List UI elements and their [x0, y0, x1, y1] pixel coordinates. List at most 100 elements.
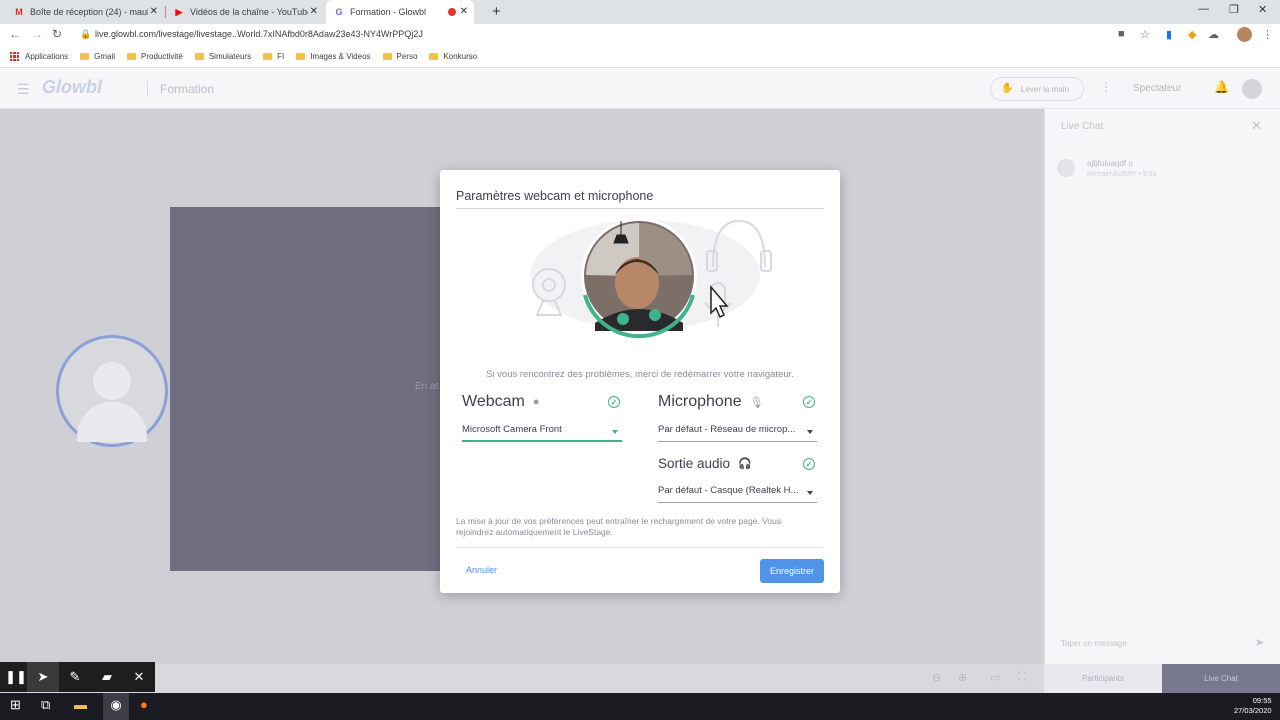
chat-message-meta: Michael AUBRY • 9:53	[1087, 171, 1157, 178]
new-tab-icon[interactable]: +	[492, 3, 501, 20]
user-avatar[interactable]	[1242, 79, 1262, 99]
minimize-icon[interactable]: —	[1198, 3, 1209, 15]
clock-time: 09:55	[1252, 696, 1272, 705]
headphones-icon: 🎧	[738, 458, 752, 470]
browser-tab-youtube[interactable]: ▶ Vidéos de la chaîne - YouTube St ✕	[166, 0, 324, 24]
tab-title: Formation - Glowbl	[350, 7, 427, 17]
raise-hand-label: Lever la main	[1021, 84, 1070, 94]
send-icon[interactable]: ➤	[1255, 636, 1264, 649]
participant-avatar[interactable]	[56, 335, 168, 447]
bookmark-applications[interactable]: Applications	[25, 52, 68, 61]
chrome-taskbar-icon[interactable]: ◉	[103, 693, 129, 720]
bookmark-simulateurs[interactable]: Simulateurs	[194, 52, 252, 61]
chat-title: Live Chat	[1061, 121, 1104, 132]
folder-icon	[382, 53, 392, 60]
restore-icon[interactable]: ❐	[1229, 3, 1239, 16]
chevron-down-icon[interactable]	[807, 491, 813, 495]
address-bar[interactable]: live.glowbl.com/livestage/livestage..Wor…	[95, 29, 423, 39]
close-chat-icon[interactable]: ✕	[1251, 118, 1262, 134]
bookmark-label: Productivité	[141, 52, 183, 61]
forward-icon[interactable]: →	[31, 27, 43, 41]
chat-input[interactable]: Taper un message	[1061, 639, 1127, 648]
audio-output-select[interactable]: Par défaut - Casque (Realtek H...	[658, 485, 817, 503]
bookmark-gmail[interactable]: Gmail	[80, 52, 115, 61]
bookmark-label: FI	[277, 52, 285, 61]
bookmark-label: Gmail	[94, 52, 116, 61]
cloud-extension-icon[interactable]: ☁	[1208, 28, 1219, 41]
close-tool[interactable]: ✕	[123, 662, 155, 692]
glowbl-icon: G	[335, 7, 343, 17]
tab-title: Boîte de réception (24) - maubry	[30, 7, 148, 17]
webcam-illustration	[530, 218, 772, 339]
close-tab-icon[interactable]: ✕	[150, 6, 158, 17]
check-circle-icon: ✓	[608, 396, 620, 408]
audio-output-section-title: Sortie audio 🎧	[658, 456, 752, 471]
chat-avatar	[1057, 159, 1075, 177]
close-tab-icon[interactable]: ✕	[460, 6, 468, 17]
gmail-icon: M	[15, 7, 23, 17]
dialog-title: Paramètres webcam et microphone	[456, 189, 654, 203]
browser-tab-strip: M Boîte de réception (24) - maubry ✕ ▶ V…	[0, 0, 1280, 24]
taskbar-clock[interactable]: 09:55 27/03/2020	[1234, 696, 1272, 716]
browser-tab-glowbl[interactable]: G Formation - Glowbl ✕	[326, 0, 474, 24]
webcam-settings-dialog: Paramètres webcam et microphone Si vous …	[440, 170, 840, 593]
bookmark-label: Perso	[396, 52, 418, 61]
file-explorer-icon[interactable]: ▬	[74, 697, 87, 712]
divider	[147, 81, 148, 97]
glowbl-logo[interactable]: Glowbl	[42, 77, 102, 98]
waiting-text: En at	[415, 381, 439, 392]
save-button[interactable]: Enregistrer	[760, 559, 824, 583]
bookmark-perso[interactable]: Perso	[382, 52, 418, 61]
pen-icon: ✎	[69, 669, 81, 684]
task-view-icon[interactable]: ⧉	[41, 697, 50, 713]
camera-indicator-icon[interactable]: ■	[1118, 28, 1125, 40]
reload-note: La mise à jour de vos préférences peut e…	[456, 516, 782, 537]
extension-icon[interactable]: ◆	[1188, 28, 1196, 41]
highlighter-tool[interactable]: ▰	[91, 662, 123, 692]
bell-icon[interactable]: 🔔	[1214, 80, 1229, 94]
check-circle-icon: ✓	[803, 396, 815, 408]
tab-participants[interactable]: Participants	[1044, 664, 1162, 693]
back-icon[interactable]: ←	[9, 27, 21, 41]
windows-start-icon[interactable]: ⊞	[10, 697, 21, 713]
webcam-select[interactable]: Microsoft Camera Front	[462, 424, 622, 442]
pen-tool[interactable]: ✎	[59, 662, 91, 692]
bookmark-fi[interactable]: FI	[263, 52, 284, 61]
hamburger-menu-icon[interactable]: ☰	[17, 81, 30, 98]
close-window-icon[interactable]: ✕	[1258, 3, 1267, 16]
chevron-down-icon[interactable]	[807, 430, 813, 434]
hand-icon: ✋	[1001, 83, 1014, 94]
bookmark-images-videos[interactable]: Images & Videos	[296, 52, 371, 61]
screen-icon[interactable]: ▭	[990, 671, 1000, 684]
avatar-head	[93, 362, 131, 400]
extension-icon[interactable]: ▮	[1166, 28, 1172, 41]
bookmark-konkurso[interactable]: Konkurso	[429, 52, 477, 61]
reload-icon[interactable]: ↻	[52, 27, 62, 41]
chrome-menu-icon[interactable]: ⋮	[1262, 28, 1273, 41]
microphone-select[interactable]: Par défaut - Réseau de microp...	[658, 424, 817, 442]
bookmark-label: Simulateurs	[208, 52, 252, 61]
bookmark-star-icon[interactable]: ☆	[1140, 28, 1150, 41]
browser-toolbar: ← → ↻ 🔒 live.glowbl.com/livestage/livest…	[0, 24, 1280, 46]
raise-hand-button[interactable]: ✋ Lever la main	[990, 77, 1084, 101]
highlighter-icon: ▰	[102, 669, 112, 684]
firefox-icon[interactable]: ●	[140, 697, 148, 712]
folder-icon	[80, 53, 90, 60]
tab-live-chat[interactable]: Live Chat	[1162, 664, 1280, 693]
profile-avatar[interactable]	[1237, 27, 1252, 42]
more-options-icon[interactable]: ⋮	[1100, 80, 1112, 94]
pointer-tool[interactable]: ➤	[27, 662, 59, 692]
cancel-button[interactable]: Annuler	[466, 565, 497, 575]
bookmark-productivite[interactable]: Productivité	[127, 52, 183, 61]
zoom-out-icon[interactable]: ⊖	[932, 671, 941, 684]
chevron-down-icon[interactable]	[612, 430, 618, 434]
bookmark-label: Images & Videos	[310, 52, 371, 61]
bookmarks-bar: Applications Gmail Productivité Simulate…	[0, 46, 1280, 68]
role-label[interactable]: Spectateur	[1133, 83, 1181, 94]
close-tab-icon[interactable]: ✕	[310, 6, 318, 17]
fullscreen-icon[interactable]: ⛶	[1018, 671, 1026, 684]
browser-tab-gmail[interactable]: M Boîte de réception (24) - maubry ✕	[6, 0, 164, 24]
microphone-section-title: Microphone 🎙	[658, 393, 764, 411]
zoom-in-icon[interactable]: ⊕	[958, 671, 967, 684]
webcam-label: Webcam	[462, 393, 525, 410]
